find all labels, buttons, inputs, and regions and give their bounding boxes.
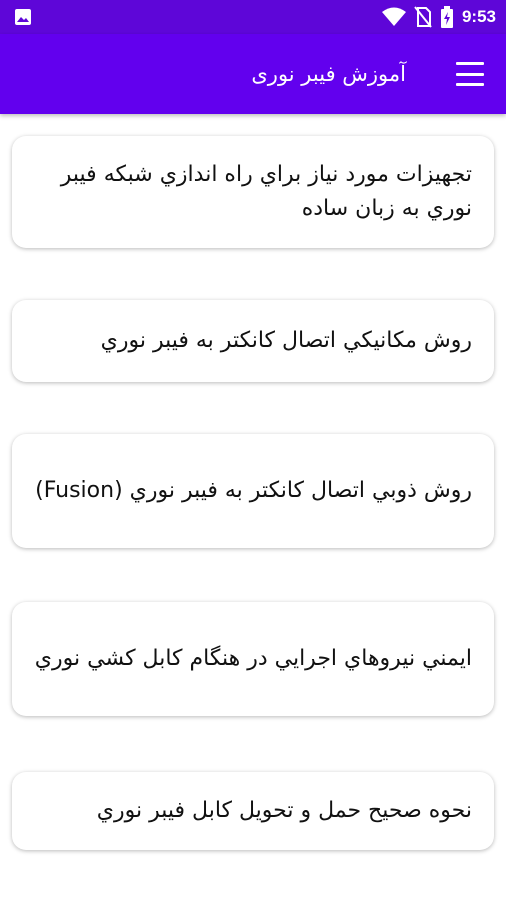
list-item[interactable]: روش مکانيکي اتصال کانکتر به فيبر نوري	[12, 300, 494, 382]
list-item[interactable]: تجهيزات مورد نياز براي راه اندازي شبکه ف…	[12, 136, 494, 248]
list-item-label: نحوه صحيح حمل و تحويل کابل فيبر نوري	[96, 798, 472, 823]
gallery-icon	[15, 9, 31, 25]
list-item-label: روش مکانيکي اتصال کانکتر به فيبر نوري	[100, 328, 472, 353]
list-item-label: ايمني نيروهاي اجرايي در هنگام کابل کشي ن…	[34, 646, 472, 671]
no-sim-icon	[414, 6, 432, 28]
wifi-icon	[381, 7, 406, 26]
status-time: 9:53	[461, 7, 496, 26]
battery-charging-icon	[440, 6, 453, 28]
hamburger-menu-icon[interactable]	[456, 62, 484, 86]
status-bar: 9:53	[0, 0, 506, 34]
list-item-label: تجهيزات مورد نياز براي راه اندازي شبکه ف…	[60, 162, 472, 221]
list-item[interactable]: روش ذوبي اتصال کانکتر به فيبر نوري (Fusi…	[12, 434, 494, 548]
article-list: تجهيزات مورد نياز براي راه اندازي شبکه ف…	[0, 114, 506, 900]
list-item[interactable]: نحوه صحيح حمل و تحويل کابل فيبر نوري	[12, 772, 494, 850]
app-bar: آموزش فیبر نوری	[0, 34, 506, 114]
list-item-label: روش ذوبي اتصال کانکتر به فيبر نوري (Fusi…	[35, 478, 472, 503]
list-item[interactable]: ايمني نيروهاي اجرايي در هنگام کابل کشي ن…	[12, 602, 494, 716]
app-title: آموزش فیبر نوری	[251, 62, 406, 86]
